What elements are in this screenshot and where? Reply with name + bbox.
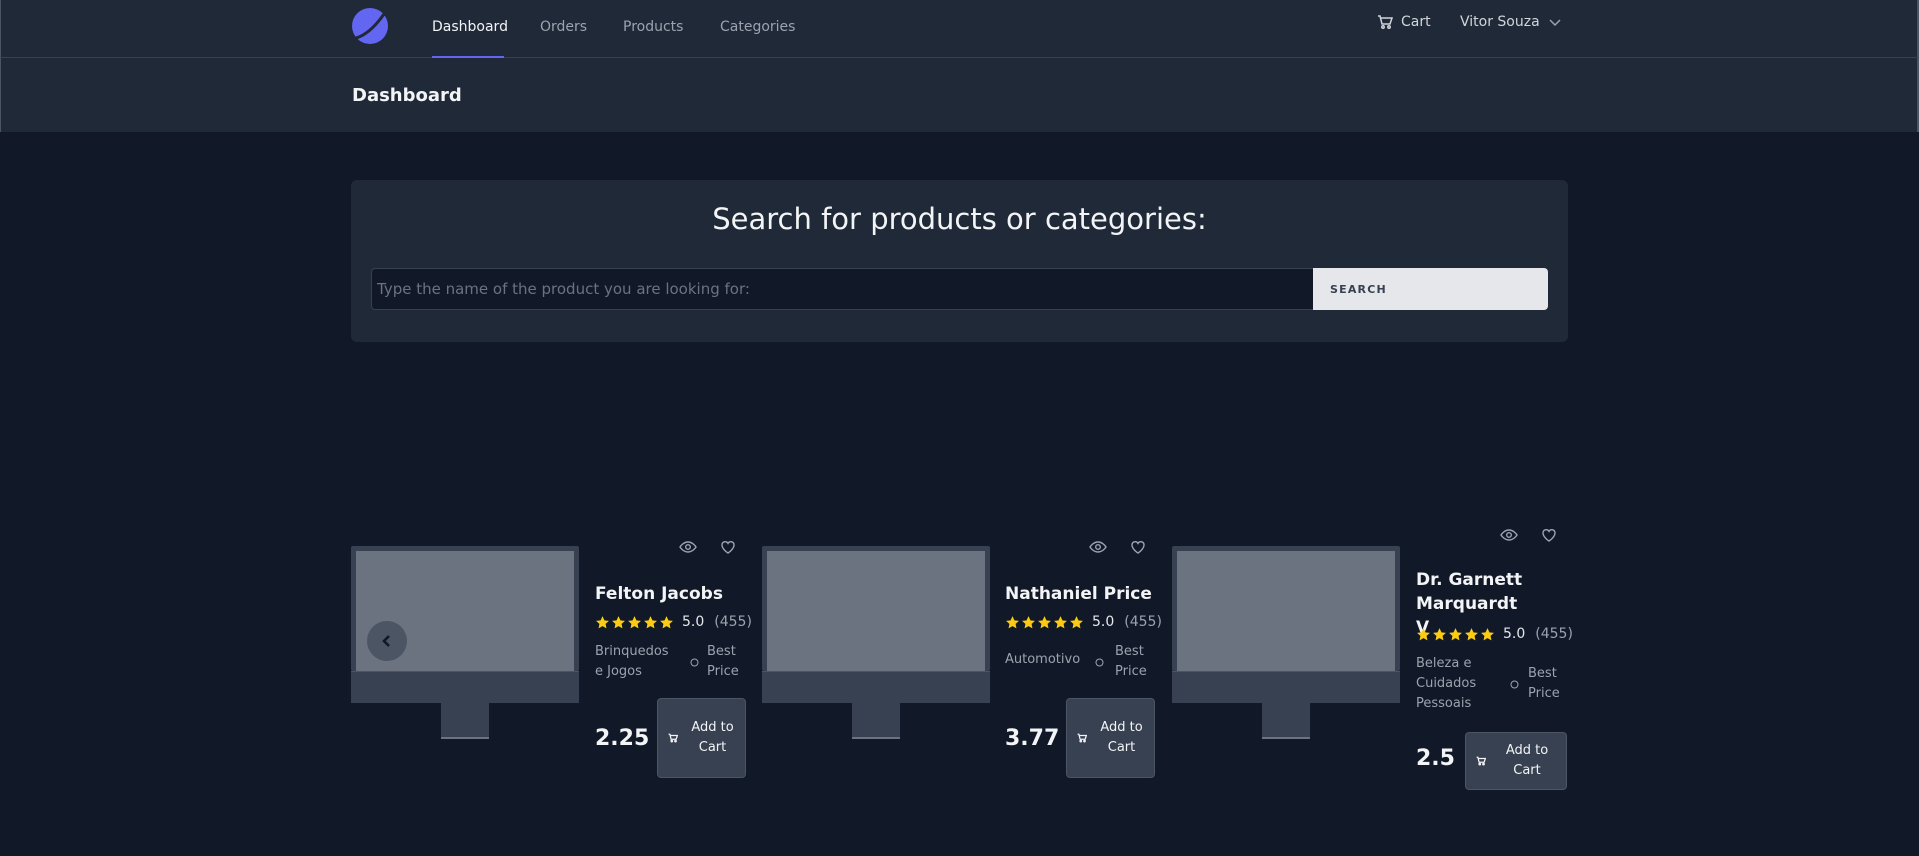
star-rating-icon <box>1416 627 1495 642</box>
cart-icon <box>668 733 678 743</box>
star-rating-icon <box>1005 615 1084 630</box>
nav-orders[interactable]: Orders <box>540 0 587 58</box>
search-panel: Search for products or categories: SEARC… <box>351 180 1568 342</box>
rating-score: 5.0 <box>1503 626 1526 642</box>
product-name[interactable]: Nathaniel Price <box>1005 582 1170 606</box>
star-icon <box>1449 627 1462 640</box>
chevron-down-icon <box>1549 19 1561 27</box>
product-name[interactable]: Felton Jacobs <box>595 582 755 606</box>
nav-categories[interactable]: Categories <box>720 0 795 58</box>
search-input[interactable] <box>371 268 1313 310</box>
user-menu[interactable]: Vitor Souza <box>1460 14 1562 30</box>
add-to-cart-button[interactable]: Add to Cart <box>657 698 746 778</box>
product-rating: 5.0 (455) <box>595 614 752 630</box>
cart-icon <box>1077 733 1087 743</box>
logo-icon[interactable] <box>352 8 388 44</box>
product-card: Nathaniel Price 5.0 (455) Automotivo Bes… <box>762 530 1166 778</box>
tag-icon <box>690 658 699 667</box>
product-price: 2.25 <box>595 726 650 751</box>
star-icon <box>1070 615 1083 628</box>
tag-icon <box>1510 680 1519 689</box>
add-to-cart-label: Add to Cart <box>1100 720 1143 755</box>
star-icon <box>660 615 673 628</box>
heart-icon[interactable] <box>1127 536 1149 558</box>
star-icon <box>628 615 641 628</box>
review-count: (455) <box>714 614 752 630</box>
product-category: Beleza e Cuidados Pessoais <box>1416 656 1477 711</box>
cart-icon <box>1476 756 1486 766</box>
heart-icon[interactable] <box>1538 524 1560 546</box>
star-icon <box>1465 627 1478 640</box>
page-title: Dashboard <box>352 85 462 106</box>
product-tag: Best Price <box>1115 644 1147 679</box>
nav-dashboard[interactable]: Dashboard <box>432 0 508 58</box>
top-navbar: Dashboard Orders Products Categories Car… <box>0 0 1919 58</box>
product-category: Brinquedos e Jogos <box>595 644 669 679</box>
tag-icon <box>1095 658 1104 667</box>
review-count: (455) <box>1124 614 1162 630</box>
star-icon <box>1054 615 1067 628</box>
product-category: Automotivo <box>1005 652 1081 667</box>
star-icon <box>1481 627 1494 640</box>
star-icon <box>1022 615 1035 628</box>
product-tag: Best Price <box>707 644 739 679</box>
product-card: Dr. Garnett Marquardt V 5.0 (455) Beleza… <box>1172 518 1576 790</box>
cart-label: Cart <box>1401 14 1431 30</box>
product-card: Felton Jacobs 5.0 (455) Brinquedos e Jog… <box>351 530 755 778</box>
add-to-cart-label: Add to Cart <box>1505 743 1549 778</box>
eye-icon[interactable] <box>1498 524 1520 546</box>
product-rating: 5.0 (455) <box>1416 626 1573 642</box>
add-to-cart-label: Add to Cart <box>691 720 734 755</box>
user-name: Vitor Souza <box>1460 14 1540 30</box>
page-header: Dashboard <box>0 58 1919 132</box>
star-icon <box>1417 627 1430 640</box>
rating-score: 5.0 <box>1092 614 1115 630</box>
product-price: 3.77 <box>1005 726 1060 751</box>
cart-link[interactable]: Cart <box>1377 14 1431 30</box>
nav-products[interactable]: Products <box>623 0 683 58</box>
search-button[interactable]: SEARCH <box>1313 268 1548 310</box>
star-icon <box>1006 615 1019 628</box>
rating-score: 5.0 <box>682 614 705 630</box>
star-icon <box>1038 615 1051 628</box>
star-rating-icon <box>595 615 674 630</box>
chevron-left-icon <box>382 635 390 647</box>
add-to-cart-button[interactable]: Add to Cart <box>1066 698 1155 778</box>
product-tag: Best Price <box>1528 666 1560 701</box>
product-price: 2.5 <box>1416 746 1455 771</box>
star-icon <box>1433 627 1446 640</box>
star-icon <box>644 615 657 628</box>
search-title: Search for products or categories: <box>712 202 1207 236</box>
eye-icon[interactable] <box>677 536 699 558</box>
star-icon <box>596 615 609 628</box>
review-count: (455) <box>1535 626 1573 642</box>
star-icon <box>612 615 625 628</box>
carousel-prev-button[interactable] <box>367 621 407 661</box>
add-to-cart-button[interactable]: Add to Cart <box>1465 732 1567 790</box>
product-rating: 5.0 (455) <box>1005 614 1162 630</box>
cart-icon <box>1378 15 1393 29</box>
heart-icon[interactable] <box>717 536 739 558</box>
eye-icon[interactable] <box>1087 536 1109 558</box>
